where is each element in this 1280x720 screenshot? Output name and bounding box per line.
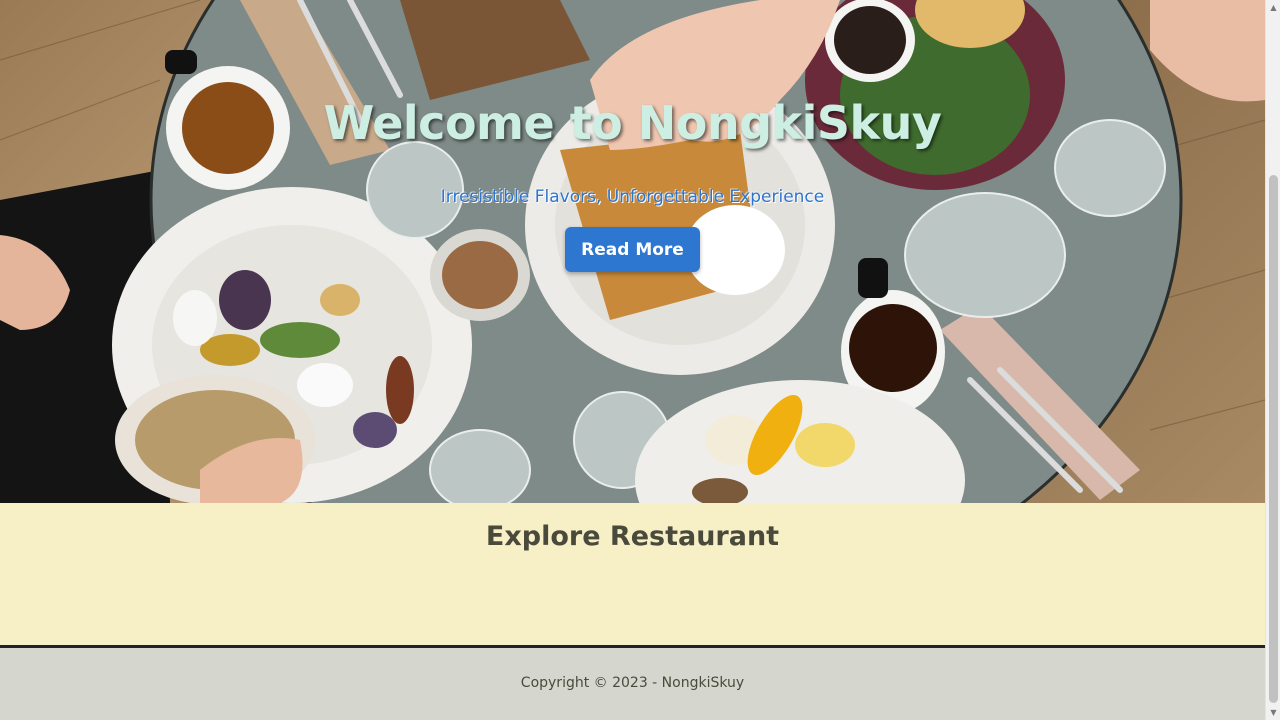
hero-title: Welcome to NongkiSkuy — [323, 96, 942, 150]
scroll-up-arrow-icon[interactable]: ▲ — [1266, 0, 1280, 15]
scrollbar-thumb[interactable] — [1269, 175, 1278, 703]
hero-section: Welcome to NongkiSkuy Irresistible Flavo… — [0, 0, 1265, 503]
vertical-scrollbar[interactable]: ▲ ▼ — [1265, 0, 1280, 720]
explore-section: Explore Restaurant — [0, 503, 1265, 645]
copyright-text: Copyright © 2023 - NongkiSkuy — [520, 675, 745, 691]
sugar-jar — [430, 229, 530, 321]
read-more-button[interactable]: Read More — [565, 227, 700, 272]
explore-heading: Explore Restaurant — [485, 521, 780, 552]
footer: Copyright © 2023 - NongkiSkuy — [0, 645, 1265, 720]
hand-top-right — [1150, 0, 1265, 102]
scroll-down-arrow-icon[interactable]: ▼ — [1266, 705, 1280, 720]
hero-subtitle: Irresistible Flavors, Unforgettable Expe… — [440, 187, 825, 207]
